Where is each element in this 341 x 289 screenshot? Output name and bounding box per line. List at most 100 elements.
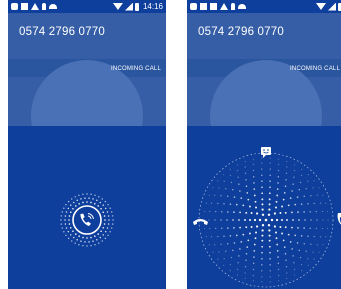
glow-dot xyxy=(277,175,280,178)
glow-dot xyxy=(94,244,96,246)
glow-dot xyxy=(218,251,220,253)
glow-dot xyxy=(104,219,106,221)
glow-dot xyxy=(277,169,280,172)
glow-dot xyxy=(269,276,271,278)
glow-dot xyxy=(261,180,263,183)
glow-dot xyxy=(255,206,258,209)
glow-dot xyxy=(298,249,301,252)
glow-dot xyxy=(284,226,287,229)
glow-dot xyxy=(212,251,214,253)
glow-dot xyxy=(284,211,287,214)
glow-dot xyxy=(261,213,265,216)
glow-dot xyxy=(273,212,276,215)
glow-dot xyxy=(327,219,329,221)
glow-dot xyxy=(65,227,68,229)
glow-dot xyxy=(277,268,280,271)
glowpad-expanded xyxy=(193,147,341,288)
glow-dot xyxy=(78,194,80,196)
hang-up-icon[interactable] xyxy=(193,219,208,225)
glow-dot xyxy=(256,225,259,228)
glow-dot xyxy=(274,206,277,209)
glow-dot xyxy=(283,191,286,194)
glow-dot xyxy=(101,240,103,242)
glow-dot xyxy=(223,258,225,260)
message-icon[interactable] xyxy=(261,147,271,158)
glow-dot xyxy=(261,264,263,266)
glow-dot xyxy=(321,227,324,230)
glow-dot xyxy=(235,234,238,237)
glow-dot xyxy=(277,262,280,265)
glow-dot xyxy=(318,251,320,253)
glow-dot xyxy=(293,164,296,166)
glow-dot xyxy=(278,163,280,166)
glow-dot xyxy=(107,215,110,217)
glow-dot xyxy=(309,227,311,230)
glow-dot xyxy=(252,158,254,160)
phone-icon[interactable] xyxy=(337,213,341,226)
glow-dot xyxy=(301,168,303,170)
glow-dot xyxy=(86,201,88,203)
glow-dot xyxy=(286,160,288,163)
glow-dot xyxy=(292,255,294,257)
glow-dot xyxy=(303,211,305,213)
glow-dot xyxy=(231,188,234,191)
glow-dot xyxy=(60,223,63,225)
glow-dot xyxy=(313,258,315,260)
glow-dot xyxy=(268,198,271,201)
glow-dot xyxy=(287,204,290,207)
glow-dot xyxy=(299,181,302,184)
glow-dot xyxy=(293,262,295,264)
glow-dot xyxy=(307,180,309,182)
glow-dot xyxy=(291,190,293,192)
glow-dot xyxy=(232,219,234,221)
answer-handle[interactable] xyxy=(72,205,102,235)
glow-dot xyxy=(78,202,80,205)
glow-dot xyxy=(239,211,241,214)
glow-dot xyxy=(76,199,78,202)
glow-dot xyxy=(213,194,216,196)
glow-dot xyxy=(276,188,279,190)
glow-dot xyxy=(245,259,247,262)
glow-dot xyxy=(245,211,248,214)
glow-dot xyxy=(88,197,90,199)
glow-dot xyxy=(268,208,271,211)
glow-dot xyxy=(220,195,222,197)
glow-dot xyxy=(294,234,297,237)
glow-dot xyxy=(293,176,295,178)
glow-dot xyxy=(269,180,271,183)
signal-icon xyxy=(328,2,336,11)
glow-dot xyxy=(86,237,88,239)
glow-dot xyxy=(72,207,74,210)
glow-dot xyxy=(298,219,300,221)
glow-dot xyxy=(203,210,206,213)
glow-dot xyxy=(227,227,229,229)
glow-dot xyxy=(255,231,258,234)
glow-dot xyxy=(269,174,271,176)
glow-dot xyxy=(301,270,303,272)
glow-dot xyxy=(74,233,77,235)
glow-dot xyxy=(236,164,239,166)
glow-dot xyxy=(239,248,241,250)
glow-dot xyxy=(261,281,263,283)
glow-dot xyxy=(269,251,271,254)
glow-dot xyxy=(217,235,219,238)
glow-dot xyxy=(261,208,264,211)
glow-dot xyxy=(316,219,318,221)
glow-dot xyxy=(322,244,324,246)
glow-dot xyxy=(61,211,63,213)
glow-dot xyxy=(107,223,110,225)
glow-dot xyxy=(86,245,88,247)
glow-dot xyxy=(277,256,279,258)
glow-dot xyxy=(268,245,271,248)
glow-dot xyxy=(283,246,286,249)
glow-dot xyxy=(90,193,92,196)
glow-dot xyxy=(60,215,63,217)
glow-dot xyxy=(285,172,288,174)
glow-dot xyxy=(208,210,211,213)
glow-dot xyxy=(269,186,271,189)
glow-dot xyxy=(71,198,73,200)
glow-dot xyxy=(221,227,223,230)
glow-dot xyxy=(63,231,65,233)
glow-dot xyxy=(319,202,322,204)
glow-dot xyxy=(252,169,255,172)
